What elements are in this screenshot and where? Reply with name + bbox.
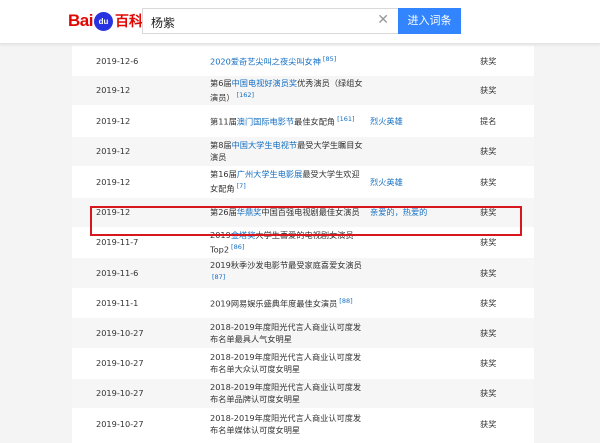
award-work-link: [370, 378, 480, 409]
award-result: 获奖: [480, 257, 534, 289]
table-row: 2019-10-27 2018-2019年度阳光代言人商业认可度发布名单品牌认可度…: [72, 378, 534, 409]
table-row: 2019-11-1 2019网易娱乐盛典年度最佳女演员 [88] 获奖: [72, 288, 534, 318]
award-date: 2019-10-27: [72, 348, 210, 379]
award-result: 获奖: [480, 288, 534, 318]
award-result: 获奖: [480, 378, 534, 409]
award-result: 获奖: [480, 166, 534, 198]
award-name: 2020爱奇艺尖叫之夜尖叫女神 [85]: [210, 46, 370, 76]
top-search-bar: Bai du 百科 杨紫 ✕ 进入词条: [0, 0, 600, 44]
table-row: 2019-10-27 2018-2019年度阳光代言人商业认可度发布名单大众认可度…: [72, 348, 534, 379]
table-row: 2019-12 第16届广州大学生电影展最受大学生欢迎女配角 [7] 烈火英雄 获奖: [72, 166, 534, 198]
award-work-link: [370, 136, 480, 167]
citation-ref[interactable]: [86]: [231, 243, 244, 251]
award-work-link: [370, 46, 480, 76]
award-date: 2019-11-1: [72, 288, 210, 318]
award-name: 第16届广州大学生电影展最受大学生欢迎女配角 [7]: [210, 166, 370, 198]
award-date: 2019-10-27: [72, 317, 210, 349]
award-name: 第11届澳门国际电影节最佳女配角 [161]: [210, 105, 370, 137]
citation-ref[interactable]: [161]: [337, 115, 354, 123]
award-name-text: 2019秋季沙发电影节最受家庭喜爱女演员: [210, 260, 362, 271]
citation-ref[interactable]: [162]: [237, 91, 254, 99]
award-result: 获奖: [480, 136, 534, 167]
table-row: 2019-12 第11届澳门国际电影节最佳女配角 [161] 烈火英雄 提名: [72, 105, 534, 137]
baidu-baike-logo[interactable]: Bai du 百科: [68, 11, 143, 31]
award-link[interactable]: 澳门国际电影节: [237, 117, 294, 127]
citation-ref[interactable]: [7]: [237, 182, 246, 190]
table-row: 2019-10-27 2018-2019年度阳光代言人商业认可度发布名单媒体认可度…: [72, 408, 534, 440]
award-name-text: 2018-2019年度阳光代言人商业认可度发布名单大众认可度女明星: [210, 352, 362, 374]
award-name: 2018-2019年度阳光代言人商业认可度发布名单品牌认可度女明星: [210, 378, 370, 409]
award-name: 第8届中国大学生电视节最受大学生瞩目女演员: [210, 136, 370, 167]
award-date: 2019-11-6: [72, 257, 210, 289]
award-name-text: 第8届: [210, 140, 232, 150]
award-result: 获奖: [480, 46, 534, 76]
award-name-text: 第6届: [210, 77, 232, 88]
award-name-text: 2019网易娱乐盛典年度最佳女演员: [210, 298, 338, 309]
award-date: 2019-12: [72, 136, 210, 167]
table-row: 2019-10-27 2018-2019年度阳光代言人商业认可度发布名单最具人气女…: [72, 317, 534, 349]
award-name-text: 2018-2019年度阳光代言人商业认可度发布名单最具人气女明星: [210, 321, 362, 344]
award-link[interactable]: 中国电视好演员奖: [232, 78, 298, 88]
award-work-link[interactable]: 烈火英雄: [370, 166, 480, 198]
award-link[interactable]: 中国大学生电视节: [232, 140, 298, 150]
award-work-link: [370, 408, 480, 440]
award-date: 2019-12-6: [72, 46, 210, 76]
table-row: 2019-12 第6届中国电视好演员奖优秀演员（绿组女演员） [162] 获奖: [72, 75, 534, 106]
award-name: 2018-2019年度阳光代言人商业认可度发布名单大众认可度女明星: [210, 348, 370, 379]
award-result: 获奖: [480, 408, 534, 440]
award-date: 2019-10-27: [72, 408, 210, 440]
award-link[interactable]: 广州大学生电影展: [237, 169, 303, 179]
table-row: 2019-11-6 2019秋季沙发电影节最受家庭喜爱女演员 [87] 获奖: [72, 257, 534, 289]
citation-ref[interactable]: [85]: [323, 55, 336, 63]
award-date: 2019-10-27: [72, 378, 210, 409]
citation-ref[interactable]: [87]: [212, 273, 225, 281]
award-result: 获奖: [480, 75, 534, 106]
table-row: 2019-12-6 2020爱奇艺尖叫之夜尖叫女神 [85] 获奖: [72, 46, 534, 76]
search-input-value[interactable]: 杨紫: [151, 14, 175, 31]
award-work-link: [370, 317, 480, 349]
award-result: 获奖: [480, 348, 534, 379]
award-work-link: [370, 288, 480, 318]
award-date: 2019-12: [72, 105, 210, 137]
enter-entry-button[interactable]: 进入词条: [398, 8, 461, 34]
award-result: 提名: [480, 105, 534, 137]
award-name-text: 第11届: [210, 116, 237, 127]
award-work-link: [370, 257, 480, 289]
award-name-suffix: 最佳女配角: [294, 116, 336, 127]
award-name: 2018-2019年度阳光代言人商业认可度发布名单最具人气女明星: [210, 317, 370, 349]
paw-icon: du: [93, 11, 113, 31]
award-work-link: [370, 348, 480, 379]
logo-baike-text: 百科: [114, 13, 143, 29]
award-name: 2019网易娱乐盛典年度最佳女演员 [88]: [210, 288, 370, 318]
award-name-text: 2018-2019年度阳光代言人商业认可度发布名单品牌认可度女明星: [210, 382, 362, 404]
award-name: 第6届中国电视好演员奖优秀演员（绿组女演员） [162]: [210, 75, 370, 106]
search-input[interactable]: 杨紫 ✕: [142, 8, 398, 34]
award-name-text: 第16届: [210, 169, 237, 180]
awards-panel: 2019-12-102019百度沸点年度沸点明星[84]获奖2019-12-62…: [72, 30, 534, 443]
close-icon[interactable]: ✕: [377, 12, 389, 28]
award-name: 2018-2019年度阳光代言人商业认可度发布名单媒体认可度女明星: [210, 408, 370, 440]
table-row: 2019-12 第8届中国大学生电视节最受大学生瞩目女演员 获奖: [72, 136, 534, 167]
award-date: 2019-12: [72, 75, 210, 106]
award-name: 2019秋季沙发电影节最受家庭喜爱女演员 [87]: [210, 257, 370, 289]
award-date: 2019-12: [72, 166, 210, 198]
award-work-link[interactable]: 烈火英雄: [370, 105, 480, 137]
citation-ref[interactable]: [88]: [339, 297, 352, 305]
award-name-text: 2018-2019年度阳光代言人商业认可度发布名单媒体认可度女明星: [210, 412, 362, 435]
award-link[interactable]: 2020爱奇艺尖叫之夜尖叫女神: [210, 57, 321, 67]
award-work-link: [370, 75, 480, 106]
logo-bai-text: Bai: [68, 11, 93, 30]
highlight-box: [90, 206, 522, 236]
award-result: 获奖: [480, 317, 534, 349]
